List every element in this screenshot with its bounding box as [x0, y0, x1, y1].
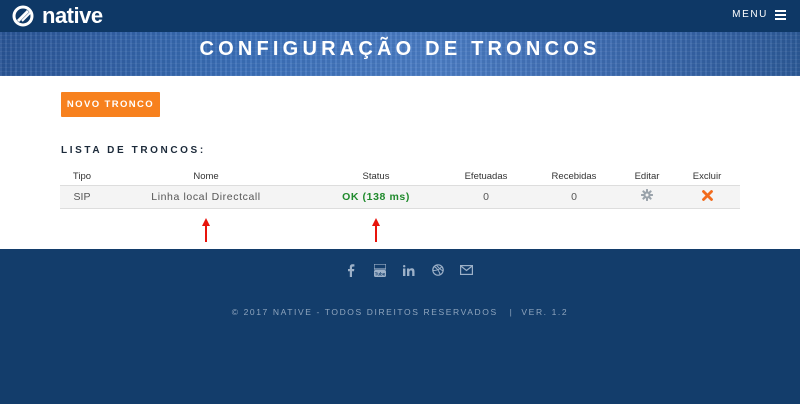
social-links: Tube [336, 261, 481, 279]
menu-label: MENU [732, 9, 768, 20]
column-header-editar: Editar [620, 168, 674, 186]
youtube-icon[interactable]: Tube [365, 261, 394, 279]
trunk-list-title: LISTA DE TRONCOS: [61, 145, 206, 156]
linkedin-icon[interactable] [394, 261, 423, 279]
cell-status: OK (138 ms) [308, 185, 444, 209]
main-content: NOVO TRONCO LISTA DE TRONCOS: Tipo Nome … [0, 76, 800, 249]
copyright-text: © 2017 NATIVE - TODOS DIREITOS RESERVADO… [0, 307, 800, 317]
table-row: SIP Linha local Directcall OK (138 ms) 0… [60, 185, 740, 209]
svg-text:Tube: Tube [374, 271, 385, 276]
top-nav: native MENU [0, 0, 800, 32]
footer-separator: | [501, 307, 518, 317]
cell-tipo: SIP [60, 185, 104, 209]
footer: Tube © 2017 NATIVE - TODOS DIREITOS RESE… [0, 249, 800, 404]
hamburger-icon [775, 9, 786, 20]
trunk-table: Tipo Nome Status Efetuadas Recebidas Edi… [60, 168, 740, 209]
logo-text: native [42, 3, 103, 28]
annotation-arrow-status [372, 218, 380, 242]
logo[interactable]: native [12, 4, 103, 28]
cell-nome: Linha local Directcall [104, 185, 308, 209]
delete-button[interactable] [701, 189, 713, 202]
new-trunk-button[interactable]: NOVO TRONCO [61, 92, 160, 117]
column-header-tipo: Tipo [60, 168, 104, 186]
dribbble-icon[interactable] [423, 261, 452, 279]
column-header-nome: Nome [104, 168, 308, 186]
edit-button[interactable] [641, 189, 653, 202]
column-header-status: Status [308, 168, 444, 186]
column-header-excluir: Excluir [674, 168, 740, 186]
column-header-recebidas: Recebidas [528, 168, 620, 186]
page-banner: CONFIGURAÇÃO DE TRONCOS [0, 32, 800, 76]
table-header-row: Tipo Nome Status Efetuadas Recebidas Edi… [60, 168, 740, 186]
menu-button[interactable]: MENU [732, 9, 786, 20]
cell-recebidas: 0 [528, 185, 620, 209]
copyright-label: © 2017 NATIVE - TODOS DIREITOS RESERVADO… [231, 307, 498, 317]
gear-icon [641, 189, 653, 201]
column-header-efetuadas: Efetuadas [444, 168, 528, 186]
annotation-arrow-nome [202, 218, 210, 242]
version-label: VER. 1.2 [521, 307, 569, 317]
cell-editar [620, 185, 674, 209]
cell-excluir [674, 185, 740, 209]
facebook-icon[interactable] [336, 261, 365, 279]
cell-efetuadas: 0 [444, 185, 528, 209]
logo-mark-icon [12, 5, 38, 27]
mail-icon[interactable] [452, 261, 481, 279]
page-title: CONFIGURAÇÃO DE TRONCOS [199, 38, 601, 60]
close-icon [701, 189, 713, 201]
